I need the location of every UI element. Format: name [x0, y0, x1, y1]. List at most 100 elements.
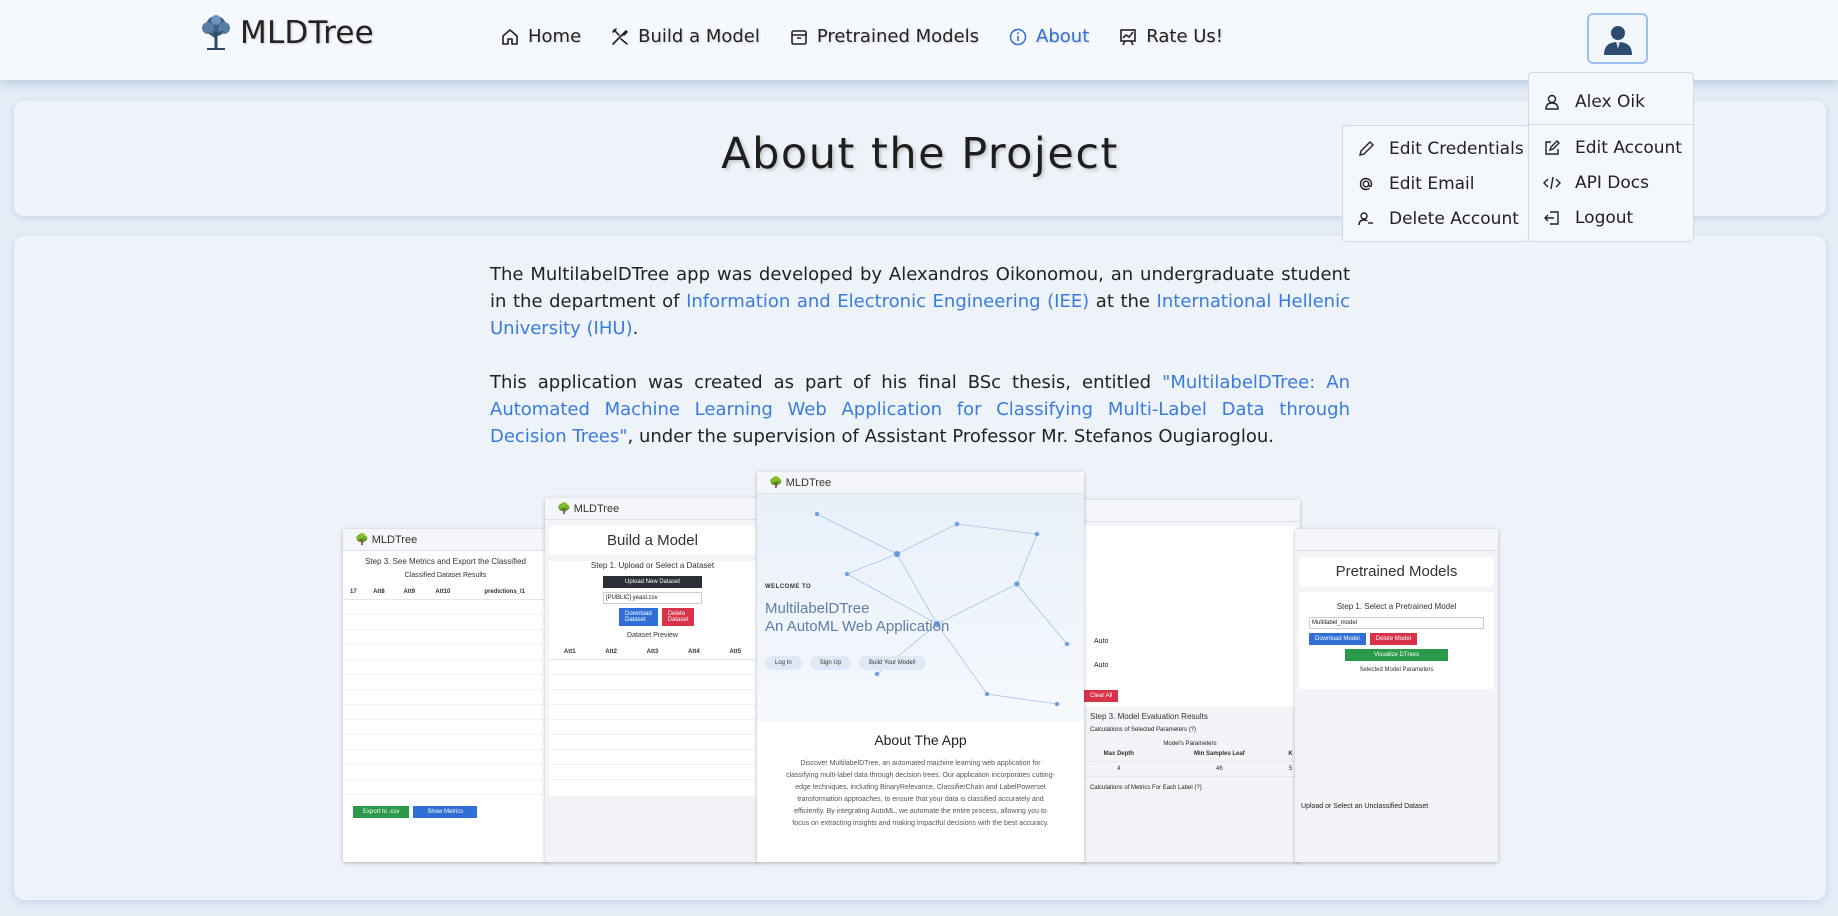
nav-build-model[interactable]: Build a Model — [610, 26, 760, 47]
collage-table-rows — [549, 660, 756, 790]
table-header: Att8 — [363, 585, 395, 600]
home-icon — [502, 28, 518, 45]
user-icon — [1545, 94, 1559, 110]
table-header: Att5 — [714, 645, 756, 660]
nav-rate-us-label: Rate Us! — [1146, 26, 1224, 47]
logout-icon — [1544, 210, 1559, 225]
collage-hero: WELCOME TO MultilabelDTree An AutoML Web… — [757, 494, 1084, 722]
table-header: Max Depth — [1080, 747, 1158, 762]
hero-signup-button: Sign Up — [809, 656, 852, 670]
delete-dataset-button: Delete Dataset — [661, 608, 695, 626]
collage-brand: MLDTree — [785, 476, 832, 489]
nav-build-model-label: Build a Model — [638, 26, 760, 47]
collage-table-2: Att1 Att2 Att3 Att4 Att5 — [549, 645, 756, 660]
menu-logout[interactable]: Logout — [1529, 200, 1693, 235]
menu-delete-account-label: Delete Account — [1389, 208, 1519, 229]
upload-dataset-button: Upload New Dataset — [603, 576, 702, 588]
table-header: predictions_l1 — [461, 585, 548, 600]
table-header: 17 — [343, 585, 364, 600]
nav-rate-us[interactable]: Rate Us! — [1118, 26, 1223, 47]
collage-pretrained-heading: Pretrained Models — [1299, 557, 1494, 586]
clear-all-button: Clear All — [1084, 690, 1119, 702]
table-header: Att3 — [631, 645, 674, 660]
iee-link[interactable]: Information and Electronic Engineering (… — [686, 291, 1089, 312]
nav-about[interactable]: About — [1008, 26, 1089, 47]
user-dropdown-menu: Alex Oik Edit Account API Docs Logout — [1528, 72, 1694, 242]
nav-home-label: Home — [528, 26, 582, 47]
table-header: Att9 — [394, 585, 425, 600]
hero-title: MultilabelDTree An AutoML Web Applicatio… — [765, 600, 949, 636]
brand[interactable]: MLDTree — [198, 14, 374, 52]
collage-classified-sub: Classified Dataset Results — [404, 572, 487, 579]
collage-shot-home: 🌳 MLDTree WELCOME TO MultilabelDTree An … — [757, 472, 1084, 862]
nav-about-label: About — [1036, 26, 1090, 47]
menu-user-name[interactable]: Alex Oik — [1529, 73, 1693, 125]
collage-brand: MLDTree — [573, 502, 620, 515]
menu-api-docs-label: API Docs — [1575, 172, 1649, 193]
delete-model-button: Delete Model — [1369, 633, 1418, 645]
auto-option-1: Auto — [1094, 638, 1109, 645]
menu-edit-account-label: Edit Account — [1575, 137, 1682, 158]
nav-pretrained-models-label: Pretrained Models — [816, 26, 980, 47]
download-model-button: Download Model — [1309, 633, 1366, 645]
table-header: Att4 — [673, 645, 715, 660]
menu-edit-credentials-label: Edit Credentials — [1389, 138, 1524, 159]
show-metrics-button: Show Metrics — [413, 806, 478, 818]
about-app-title: About The App — [874, 732, 967, 748]
menu-edit-account[interactable]: Edit Account — [1529, 130, 1693, 165]
collage-eval-step: Step 3. Model Evaluation Results — [1090, 712, 1208, 721]
edit-icon — [1545, 139, 1560, 155]
model-select: Multilabel_model — [1309, 617, 1484, 629]
nav-pretrained-models[interactable]: Pretrained Models — [789, 26, 979, 47]
menu-logout-label: Logout — [1575, 207, 1634, 228]
menu-delete-account[interactable]: Delete Account — [1343, 201, 1528, 236]
user-minus-icon — [1358, 211, 1373, 225]
pencil-icon — [1359, 140, 1374, 156]
menu-edit-email-label: Edit Email — [1389, 173, 1475, 194]
export-csv-button: Export to .csv — [353, 806, 410, 818]
box-icon — [791, 29, 807, 45]
collage-pre-step1: Step 1. Select a Pretrained Model — [1336, 602, 1457, 611]
dataset-preview-label: Dataset Preview — [627, 632, 678, 639]
hero-build-button: Build Your Model! — [859, 656, 926, 670]
selected-params-label: Selected Model Parameters — [1359, 667, 1434, 673]
info-icon — [1009, 28, 1027, 45]
collage-shot-evaluation: Auto Auto Clear All Step 3. Model Evalua… — [1080, 500, 1300, 862]
nav-home[interactable]: Home — [500, 26, 581, 47]
collage-build-heading: Build a Model — [549, 526, 756, 555]
collage-shot-classified-results: 🌳 MLDTree Step 3. See Metrics and Export… — [343, 529, 548, 862]
thesis-paragraph: This application was created as part of … — [490, 369, 1350, 450]
table-header: Att10 — [424, 585, 462, 600]
menu-api-docs[interactable]: API Docs — [1529, 165, 1693, 200]
collage-step1: Step 1. Upload or Select a Dataset — [590, 561, 715, 570]
tools-icon — [612, 27, 629, 45]
nav-links: Home Build a Model Pretrained Models Abo… — [500, 26, 1252, 47]
collage-shot-bar — [1080, 500, 1300, 522]
thesis-text-1: This application was created as part of … — [490, 372, 1163, 393]
collage-brand: MLDTree — [371, 533, 418, 546]
collage-pre-step2: Upload or Select an Unclassified Dataset — [1301, 803, 1429, 810]
collage-shot-bar — [1295, 529, 1498, 551]
collage-params-table: Max Depth Min Samples Leaf K 4 46 5 — [1080, 747, 1300, 777]
menu-edit-email[interactable]: Edit Email — [1343, 166, 1528, 201]
collage-brand-bar: 🌳 MLDTree — [343, 529, 548, 551]
download-dataset-button: Download Dataset — [619, 608, 658, 626]
collage-metrics-label: Calculations of Metrics For Each Label (… — [1090, 785, 1202, 791]
edit-account-submenu: Edit Credentials Edit Email Delete Accou… — [1342, 125, 1529, 242]
hero-login-button: Log In — [765, 656, 802, 670]
collage-brand-bar: 🌳 MLDTree — [545, 498, 760, 520]
menu-edit-credentials[interactable]: Edit Credentials — [1343, 131, 1528, 166]
collage-shot-build-model: 🌳 MLDTree Build a Model Step 1. Upload o… — [545, 498, 760, 862]
hero-welcome: WELCOME TO — [765, 584, 812, 590]
tree-logo-icon — [202, 15, 230, 50]
code-icon — [1543, 176, 1561, 189]
intro-text-2: at the — [1089, 291, 1157, 312]
thesis-text-2: , under the supervision of Assistant Pro… — [627, 426, 1274, 447]
collage-shot-pretrained: Pretrained Models Step 1. Select a Pretr… — [1295, 529, 1498, 862]
visualize-dtrees-button: Visualize DTrees — [1345, 649, 1448, 661]
user-avatar-button[interactable] — [1587, 13, 1648, 64]
table-header: Min Samples Leaf — [1157, 747, 1282, 762]
chart-icon — [1120, 28, 1137, 45]
intro-text-3: . — [632, 318, 639, 339]
collage-calc-label: Calculations of Selected Parameters (?) — [1090, 727, 1197, 733]
